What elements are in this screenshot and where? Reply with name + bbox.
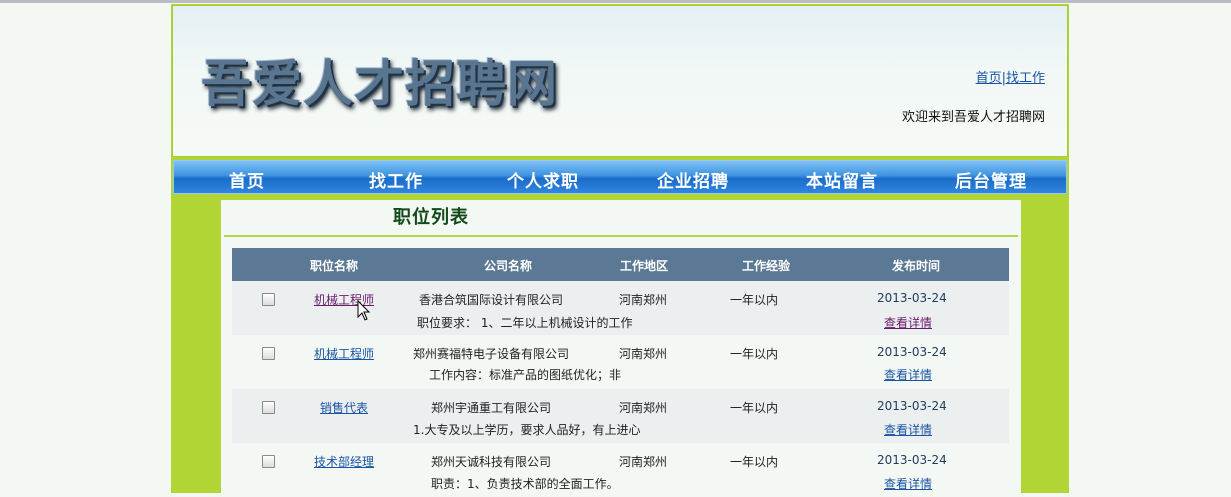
nav-item-guestbook[interactable]: 本站留言: [806, 167, 878, 192]
company-name: 郑州天诚科技有限公司: [431, 455, 552, 469]
table-row: 机械工程师 郑州赛福特电子设备有限公司 河南郑州 一年以内 2013-03-24…: [232, 335, 1009, 389]
main-nav: 首页 找工作 个人求职 企业招聘 本站留言 后台管理: [173, 160, 1067, 194]
page-container: 吾爱人才招聘网 首页|找工作 欢迎来到吾爱人才招聘网 首页 找工作 个人求职 企…: [171, 4, 1069, 493]
company-name: 郑州赛福特电子设备有限公司: [413, 347, 570, 361]
publish-date: 2013-03-24: [877, 399, 947, 413]
job-description: 职责：1、负责技术部的全面工作。: [431, 477, 619, 491]
work-region: 河南郑州: [619, 401, 668, 415]
work-experience: 一年以内: [730, 347, 779, 361]
job-title-link[interactable]: 销售代表: [320, 399, 368, 416]
row-checkbox[interactable]: [262, 293, 275, 306]
table-header: 职位名称 公司名称 工作地区 工作经验 发布时间: [232, 248, 1009, 281]
company-name: 香港合筑国际设计有限公司: [419, 293, 564, 307]
row-checkbox[interactable]: [262, 455, 275, 468]
nav-item-find-job[interactable]: 找工作: [369, 167, 423, 192]
publish-date: 2013-03-24: [877, 453, 947, 467]
welcome-text: 欢迎来到吾爱人才招聘网: [901, 110, 1045, 125]
company-name: 郑州宇通重工有限公司: [431, 401, 552, 415]
header-link-home[interactable]: 首页: [976, 71, 1002, 86]
table-row: 销售代表 郑州宇通重工有限公司 河南郑州 一年以内 2013-03-24 1.大…: [232, 389, 1009, 443]
header-links: 首页|找工作: [976, 67, 1045, 86]
view-details-link[interactable]: 查看详情: [884, 475, 932, 492]
job-description: 职位要求： 1、二年以上机械设计的工作: [417, 316, 633, 330]
publish-date: 2013-03-24: [877, 291, 947, 305]
table-row: 机械工程师 香港合筑国际设计有限公司 河南郑州 一年以内 2013-03-24 …: [232, 281, 1009, 335]
job-description: 工作内容：标准产品的图纸优化；非: [429, 368, 622, 382]
nav-item-recruitment[interactable]: 企业招聘: [657, 167, 729, 192]
job-list-panel: 职位列表 职位名称 公司名称 工作地区 工作经验 发布时间 机械工程师 香港合筑…: [221, 200, 1021, 493]
column-header-region: 工作地区: [620, 259, 669, 273]
job-title-link[interactable]: 机械工程师: [314, 345, 374, 362]
nav-item-admin[interactable]: 后台管理: [955, 167, 1027, 192]
column-header-position: 职位名称: [310, 259, 359, 273]
title-divider: [224, 235, 1018, 237]
column-header-experience: 工作经验: [742, 259, 791, 273]
nav-item-job-seeking[interactable]: 个人求职: [507, 167, 579, 192]
work-region: 河南郑州: [619, 455, 668, 469]
view-details-link[interactable]: 查看详情: [884, 366, 932, 383]
window-top-border: [0, 0, 1231, 3]
work-experience: 一年以内: [730, 455, 779, 469]
nav-item-home[interactable]: 首页: [229, 167, 265, 192]
column-header-date: 发布时间: [892, 259, 941, 273]
row-checkbox[interactable]: [262, 347, 275, 360]
work-experience: 一年以内: [730, 401, 779, 415]
table-row: 技术部经理 郑州天诚科技有限公司 河南郑州 一年以内 2013-03-24 职责…: [232, 443, 1009, 497]
page-title: 职位列表: [393, 207, 469, 228]
view-details-link[interactable]: 查看详情: [884, 314, 932, 331]
column-header-company: 公司名称: [484, 259, 533, 273]
work-experience: 一年以内: [730, 293, 779, 307]
work-region: 河南郑州: [619, 293, 668, 307]
job-title-link[interactable]: 技术部经理: [314, 453, 374, 470]
job-description: 1.大专及以上学历，要求人品好，有上进心: [413, 423, 641, 437]
header-link-find-job[interactable]: 找工作: [1006, 71, 1045, 86]
row-checkbox[interactable]: [262, 401, 275, 414]
view-details-link[interactable]: 查看详情: [884, 421, 932, 438]
work-region: 河南郑州: [619, 347, 668, 361]
site-header: 吾爱人才招聘网 首页|找工作 欢迎来到吾爱人才招聘网: [172, 5, 1068, 157]
publish-date: 2013-03-24: [877, 345, 947, 359]
mouse-cursor-icon: [357, 300, 371, 321]
job-table: 职位名称 公司名称 工作地区 工作经验 发布时间 机械工程师 香港合筑国际设计有…: [232, 248, 1009, 497]
site-logo[interactable]: 吾爱人才招聘网: [201, 44, 558, 116]
